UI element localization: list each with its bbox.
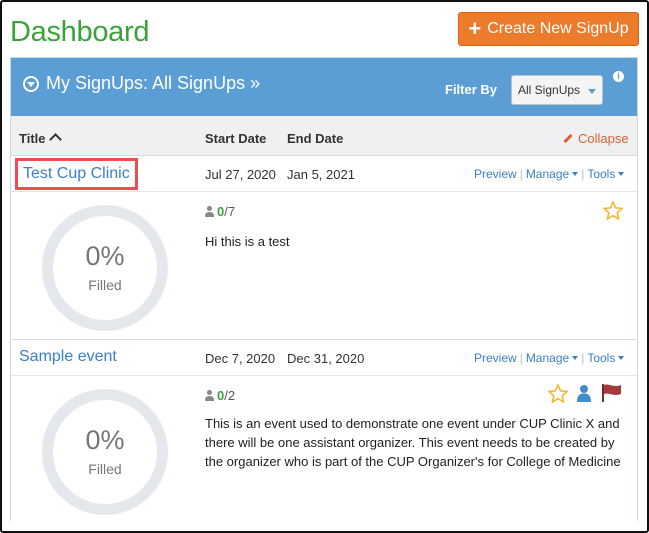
separator: |: [581, 167, 585, 181]
person-icon: [205, 390, 214, 401]
fill-percent: 0%: [85, 241, 125, 271]
tools-label: Tools: [587, 167, 616, 181]
column-start-date: Start Date: [205, 131, 267, 146]
total-count: /2: [224, 388, 236, 403]
caret-down-icon: [618, 356, 625, 360]
separator: |: [519, 351, 523, 365]
filter-select[interactable]: All SignUps: [511, 75, 603, 105]
panel-header: My SignUps: All SignUps » Filter By All …: [11, 58, 637, 116]
signups-panel: My SignUps: All SignUps » Filter By All …: [10, 57, 638, 522]
user-icon[interactable]: [577, 384, 591, 407]
event-end-date: Dec 31, 2020: [287, 351, 365, 366]
caret-down-icon: [572, 172, 579, 176]
fill-gauge: 0% Filled: [42, 389, 168, 515]
sort-ascending-icon: [48, 133, 62, 146]
fill-label: Filled: [88, 277, 122, 293]
tools-label: Tools: [587, 351, 616, 365]
separator: |: [581, 351, 585, 365]
collapse-button[interactable]: Collapse: [562, 131, 629, 146]
manage-menu[interactable]: Manage: [525, 351, 579, 365]
event-start-date: Jul 27, 2020: [205, 167, 276, 182]
event-start-date: Dec 7, 2020: [205, 351, 276, 366]
tools-menu[interactable]: Tools: [587, 351, 625, 365]
event-row-body: 0% Filled 0/7 Hi this is a test: [11, 192, 637, 340]
flag-icon[interactable]: [601, 383, 623, 408]
person-icon: [205, 206, 214, 217]
caret-down-icon: [572, 356, 579, 360]
event-row-body: 0% Filled 0/2 This is an event used to d…: [11, 376, 637, 522]
preview-link[interactable]: Preview: [474, 351, 517, 365]
fill-label: Filled: [88, 461, 122, 477]
filter-select-value: All SignUps: [518, 83, 581, 97]
separator: |: [519, 167, 523, 181]
event-row-header: Test Cup Clinic Jul 27, 2020 Jan 5, 2021…: [11, 156, 637, 192]
column-header-row: Title Start Date End Date Collapse: [11, 116, 637, 156]
event-title-link[interactable]: Sample event: [19, 348, 117, 366]
create-new-signup-button[interactable]: + Create New SignUp: [458, 12, 639, 46]
event-end-date: Jan 5, 2021: [287, 167, 355, 182]
caret-down-icon: [618, 172, 625, 176]
participant-count: 0/2: [205, 388, 235, 403]
event-description: Hi this is a test: [205, 234, 290, 249]
event-description: This is an event used to demonstrate one…: [205, 416, 621, 469]
fill-percent: 0%: [85, 425, 125, 455]
panel-title-label: My SignUps: All SignUps »: [46, 73, 261, 93]
info-icon[interactable]: i: [613, 71, 624, 82]
column-end-date: End Date: [287, 131, 344, 146]
column-title-label: Title: [19, 131, 46, 146]
caret-down-icon: [588, 89, 596, 94]
fill-gauge: 0% Filled: [42, 205, 168, 331]
filter-by-label: Filter By: [445, 82, 498, 97]
participant-count: 0/7: [205, 204, 235, 219]
dashboard-window: Dashboard + Create New SignUp My SignUps…: [0, 0, 649, 533]
star-icon[interactable]: [602, 200, 624, 225]
page-title: Dashboard: [10, 16, 150, 48]
create-new-signup-label: Create New SignUp: [487, 20, 629, 37]
event-actions: Preview | Manage | Tools: [474, 167, 625, 181]
event-actions: Preview | Manage | Tools: [474, 351, 625, 365]
star-icon[interactable]: [547, 383, 569, 408]
compress-icon: [562, 132, 574, 144]
plus-icon: +: [468, 16, 482, 41]
manage-label: Manage: [525, 167, 570, 181]
event-title-link[interactable]: Test Cup Clinic: [15, 158, 138, 190]
manage-label: Manage: [525, 351, 570, 365]
preview-link[interactable]: Preview: [474, 167, 517, 181]
total-count: /7: [224, 204, 236, 219]
tools-menu[interactable]: Tools: [587, 167, 625, 181]
chevron-down-circle-icon: [23, 75, 39, 92]
collapse-label: Collapse: [578, 131, 629, 146]
event-row-header: Sample event Dec 7, 2020 Dec 31, 2020 Pr…: [11, 340, 637, 376]
column-title-sort[interactable]: Title: [19, 131, 62, 146]
manage-menu[interactable]: Manage: [525, 167, 579, 181]
panel-title-toggle[interactable]: My SignUps: All SignUps »: [23, 73, 260, 94]
